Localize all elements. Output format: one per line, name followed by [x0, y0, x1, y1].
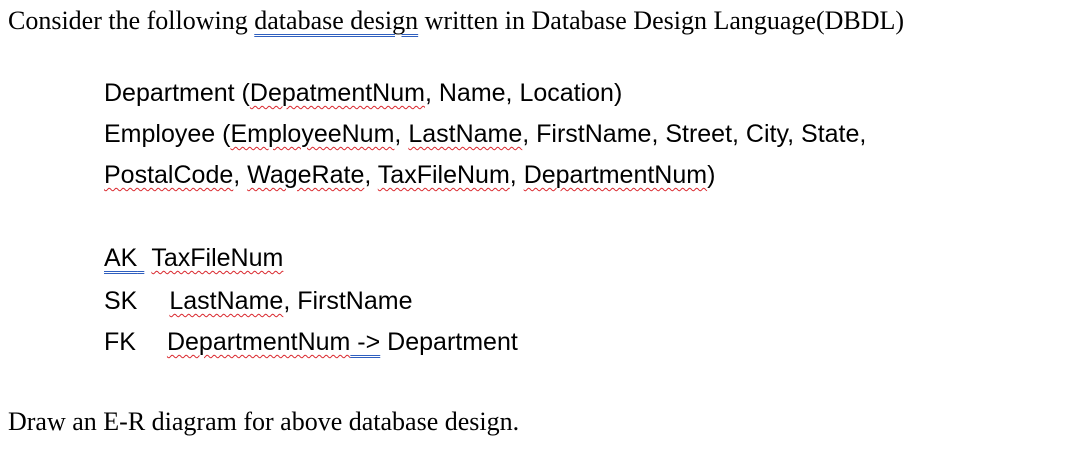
employee-attributes: , FirstName, Street, City, State, — [522, 120, 867, 148]
fk-value: DepartmentNum — [166, 328, 351, 356]
separator: , — [509, 161, 524, 189]
ak-code: AK — [104, 244, 138, 272]
department-attributes: , Name, Location) — [424, 79, 623, 107]
sk-lastname: LastName — [169, 287, 284, 315]
employee-departmentnum: DepartmentNum — [523, 161, 708, 189]
intro-text-after: written in Database Design Language(DBDL… — [418, 6, 905, 35]
fk-target: Department — [380, 328, 518, 356]
separator: , — [233, 161, 248, 189]
intro-sentence: Consider the following database design w… — [8, 6, 904, 36]
sk-code: SK — [104, 287, 138, 315]
employee-relation-line-1: Employee (EmployeeNum, LastName, FirstNa… — [104, 120, 866, 149]
department-label: Department ( — [104, 79, 250, 107]
department-relation: Department (DepatmentNum, Name, Location… — [104, 79, 622, 108]
fk-arrow: -> — [350, 328, 381, 356]
employee-taxfilenum: TaxFileNum — [377, 161, 510, 189]
employee-key: EmployeeNum — [230, 120, 395, 148]
employee-relation-line-2: PostalCode, WageRate, TaxFileNum, Depart… — [104, 161, 715, 190]
sk-rest: , FirstName — [283, 287, 413, 315]
intro-text-before: Consider the following — [8, 6, 255, 35]
employee-separator: , — [394, 120, 409, 148]
foreign-key-line: FK DepartmentNum -> Department — [104, 328, 518, 357]
separator: , — [364, 161, 378, 189]
alternate-key-line: AK TaxFileNum — [104, 244, 283, 273]
employee-postalcode: PostalCode — [104, 161, 234, 189]
intro-underlined-phrase: database design — [254, 6, 419, 35]
employee-lastname: LastName — [408, 120, 523, 148]
question-text: Draw an E-R diagram for above database d… — [8, 407, 520, 436]
close-paren: ) — [707, 161, 716, 189]
ak-gap — [137, 244, 151, 273]
secondary-key-line: SK LastName, FirstName — [104, 287, 413, 316]
fk-code: FK — [104, 328, 136, 356]
employee-wagerate: WageRate — [247, 161, 365, 189]
department-key: DepatmentNum — [249, 79, 425, 107]
ak-value: TaxFileNum — [151, 244, 284, 272]
employee-label: Employee ( — [104, 120, 231, 148]
